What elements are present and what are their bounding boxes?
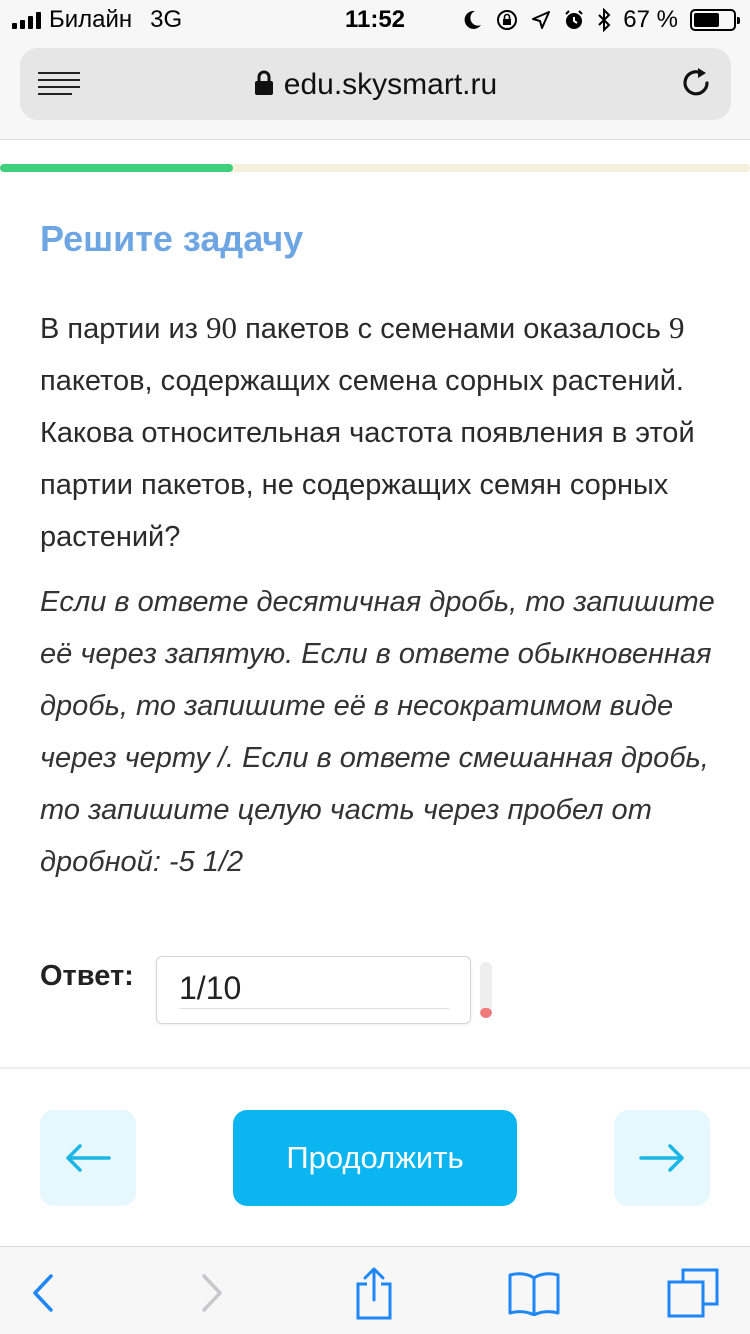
problem-number: 90 bbox=[206, 310, 238, 345]
task-title: Решите задачу bbox=[40, 218, 304, 259]
browser-bottom-toolbar bbox=[0, 1246, 750, 1334]
lesson-progress-bar bbox=[0, 164, 750, 172]
problem-text: В партии из 90 пакетов с семенами оказал… bbox=[40, 302, 720, 563]
problem-text-part: В партии из bbox=[40, 313, 207, 345]
answer-format-hint: Если в ответе десятичная дробь, то запиш… bbox=[40, 586, 715, 878]
bookmarks-button[interactable] bbox=[506, 1265, 562, 1321]
battery-icon bbox=[690, 9, 740, 31]
answer-box[interactable] bbox=[156, 956, 471, 1024]
browser-toolbar: edu.skysmart.ru bbox=[0, 40, 750, 140]
url-text: edu.skysmart.ru bbox=[283, 68, 498, 101]
forward-chevron-icon bbox=[202, 1274, 222, 1312]
status-bar: Билайн 3G 11:52 67 % bbox=[0, 0, 750, 40]
scroll-indicator bbox=[480, 962, 492, 1018]
back-chevron-icon bbox=[33, 1274, 53, 1312]
bluetooth-icon bbox=[598, 8, 611, 32]
next-button[interactable] bbox=[614, 1110, 710, 1206]
status-right: 67 % bbox=[463, 6, 740, 34]
continue-button[interactable]: Продолжить bbox=[233, 1110, 517, 1206]
problem-text-part: пакетов, содержащих семена сорных растен… bbox=[40, 365, 695, 553]
forward-button[interactable] bbox=[184, 1265, 240, 1321]
rotation-lock-icon bbox=[497, 10, 518, 30]
back-button[interactable] bbox=[15, 1265, 71, 1321]
share-button[interactable] bbox=[346, 1265, 402, 1321]
arrow-right-icon bbox=[639, 1144, 684, 1172]
arrow-left-icon bbox=[66, 1144, 111, 1172]
reload-icon[interactable] bbox=[679, 66, 713, 100]
battery-percent: 67 % bbox=[623, 6, 678, 33]
answer-label: Ответ: bbox=[40, 960, 134, 992]
previous-button[interactable] bbox=[40, 1110, 136, 1206]
lesson-progress-fill bbox=[0, 164, 233, 172]
bookmarks-icon bbox=[508, 1272, 560, 1316]
lock-icon bbox=[254, 70, 273, 96]
answer-input[interactable] bbox=[179, 969, 449, 1009]
address-bar[interactable]: edu.skysmart.ru bbox=[20, 48, 731, 120]
tabs-button[interactable] bbox=[665, 1265, 721, 1321]
problem-text-part: пакетов с семенами оказалось bbox=[237, 313, 669, 345]
alarm-icon bbox=[565, 10, 584, 29]
url-display[interactable]: edu.skysmart.ru bbox=[20, 68, 731, 102]
share-icon bbox=[356, 1267, 392, 1320]
location-icon bbox=[532, 11, 551, 29]
problem-number: 9 bbox=[668, 310, 685, 345]
tabs-icon bbox=[667, 1268, 719, 1318]
battery-level bbox=[694, 13, 720, 27]
moon-icon bbox=[464, 10, 482, 29]
divider bbox=[0, 1067, 750, 1069]
